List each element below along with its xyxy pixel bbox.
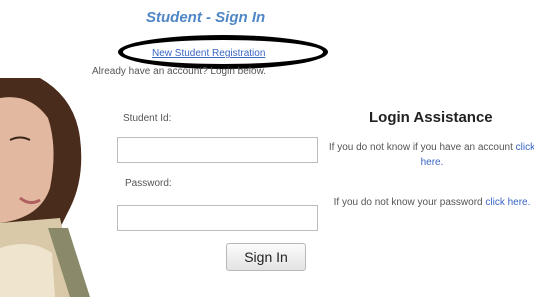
login-assistance-title: Login Assistance bbox=[369, 109, 493, 126]
page-title: Student - Sign In bbox=[146, 9, 266, 26]
student-id-label: Student Id: bbox=[123, 113, 172, 124]
already-have-account-text: Already have an account? Login below. bbox=[92, 66, 267, 77]
password-label: Password: bbox=[125, 178, 172, 189]
new-student-registration-link[interactable]: New Student Registration bbox=[152, 48, 265, 59]
password-input[interactable] bbox=[117, 205, 318, 231]
sign-in-button[interactable]: Sign In bbox=[226, 243, 306, 271]
password-help-text: If you do not know your password click h… bbox=[322, 195, 534, 210]
account-help-text: If you do not know if you have an accoun… bbox=[322, 140, 534, 170]
student-id-input[interactable] bbox=[117, 137, 318, 163]
account-help-message: If you do not know if you have an accoun… bbox=[328, 142, 513, 153]
password-help-message: If you do not know your password bbox=[333, 197, 483, 208]
password-help-link[interactable]: click here. bbox=[485, 197, 530, 208]
student-photo bbox=[0, 78, 98, 297]
